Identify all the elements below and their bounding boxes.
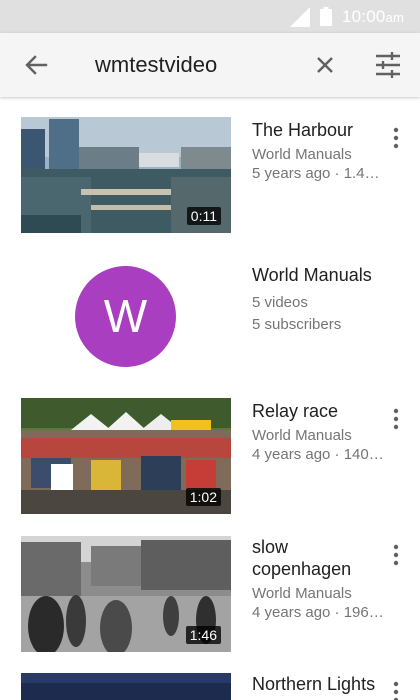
video-stats: 4 years ago · 196 views — [252, 604, 387, 621]
channel-result-world-manuals[interactable]: W World Manuals 5 videos 5 subscribers — [0, 250, 420, 385]
more-options-icon[interactable] — [386, 679, 406, 700]
clear-icon[interactable] — [309, 49, 341, 81]
video-duration: 1:02 — [185, 488, 221, 506]
video-info: Relay race World Manuals 4 years ago · 1… — [252, 400, 387, 464]
video-info: The Harbour World Manuals 5 years ago · … — [252, 119, 387, 183]
filter-icon[interactable] — [372, 49, 404, 81]
back-arrow-icon[interactable] — [20, 49, 52, 81]
more-options-icon[interactable] — [386, 542, 406, 568]
video-channel: World Manuals — [252, 427, 352, 444]
video-title: Relay race — [252, 401, 339, 421]
more-options-icon[interactable] — [386, 125, 406, 151]
video-title: slow copenhagen — [252, 537, 352, 579]
status-bar: 10:00am — [0, 0, 420, 33]
video-channel: World Manuals — [252, 585, 352, 602]
clock: 10:00am — [342, 7, 404, 27]
clock-ampm: am — [385, 10, 405, 25]
video-thumbnail[interactable]: 1:02 — [21, 398, 231, 514]
video-result-relay-race[interactable]: 1:02 Relay race World Manuals 4 years ag… — [0, 398, 420, 518]
video-stats: 5 years ago · 1.4K views — [252, 165, 387, 182]
channel-subscriber-count: 5 subscribers — [252, 316, 342, 333]
video-thumbnail[interactable]: 0:11 — [21, 117, 231, 233]
video-duration: 1:46 — [185, 626, 221, 644]
video-thumbnail[interactable]: 1:46 — [21, 536, 231, 652]
video-info: slow copenhagen World Manuals 4 years ag… — [252, 536, 387, 622]
search-query[interactable]: wmtestvideo — [95, 52, 217, 78]
video-title: The Harbour — [252, 120, 354, 140]
video-thumbnail[interactable] — [21, 673, 231, 700]
channel-video-count: 5 videos — [252, 294, 308, 311]
channel-info: World Manuals 5 videos 5 subscribers — [252, 264, 412, 336]
video-info: Northern Lights — [252, 673, 387, 695]
channel-avatar[interactable]: W — [75, 266, 176, 367]
video-result-harbour[interactable]: 0:11 The Harbour World Manuals 5 years a… — [0, 117, 420, 237]
video-stats: 4 years ago · 140 views — [252, 446, 387, 463]
video-result-slow-copenhagen[interactable]: 1:46 slow copenhagen World Manuals 4 yea… — [0, 536, 420, 656]
clock-time: 10:00 — [342, 7, 386, 26]
video-channel: World Manuals — [252, 146, 352, 163]
video-title: Northern Lights — [252, 674, 376, 694]
video-duration: 0:11 — [186, 207, 221, 225]
search-header: wmtestvideo — [0, 33, 420, 97]
channel-name: World Manuals — [252, 265, 372, 285]
battery-icon — [320, 7, 332, 26]
signal-icon — [290, 7, 310, 27]
more-options-icon[interactable] — [386, 406, 406, 432]
video-result-northern-lights[interactable]: Northern Lights — [0, 673, 420, 700]
